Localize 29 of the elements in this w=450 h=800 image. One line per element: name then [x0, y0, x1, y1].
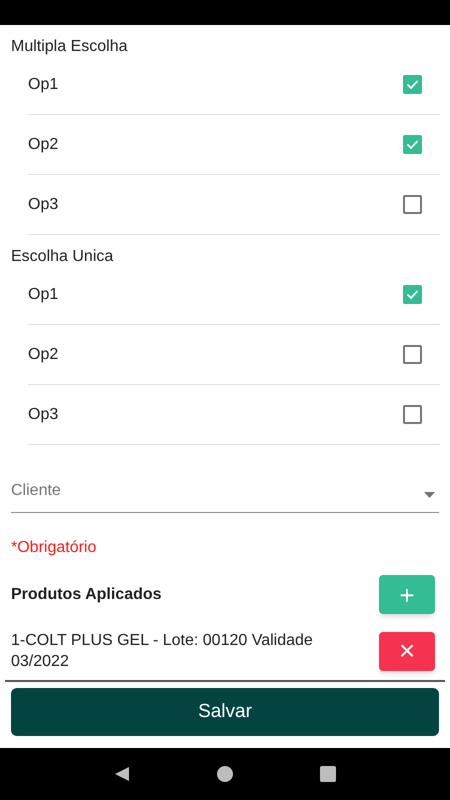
save-button[interactable]: Salvar — [11, 688, 439, 736]
product-entry: 1-COLT PLUS GEL - Lote: 00120 Validade 03/2022 — [11, 631, 314, 672]
client-dropdown[interactable]: Cliente — [11, 469, 439, 513]
checkbox[interactable] — [403, 405, 422, 424]
products-title: Produtos Aplicados — [11, 584, 162, 604]
required-note: *Obrigatório — [10, 538, 98, 558]
option-label: Op3 — [28, 404, 58, 424]
back-icon[interactable] — [114, 766, 130, 782]
dropdown-caret-icon — [424, 492, 435, 498]
checkmark-icon — [406, 138, 419, 151]
option-label: Op1 — [28, 284, 58, 304]
checkmark-icon — [406, 78, 419, 91]
option-label: Op3 — [28, 194, 58, 214]
section-title: Multipla Escolha — [10, 37, 128, 55]
checkmark-icon — [406, 288, 419, 301]
checkbox[interactable] — [403, 345, 422, 364]
checkbox[interactable] — [403, 75, 422, 94]
option-label: Op2 — [28, 344, 58, 364]
client-input[interactable]: Cliente — [11, 478, 424, 502]
checkbox[interactable] — [403, 285, 422, 304]
recents-icon[interactable] — [320, 766, 336, 782]
home-icon[interactable] — [216, 766, 233, 782]
remove-button[interactable]: × — [379, 632, 435, 670]
section-title: Escolha Unica — [10, 247, 114, 265]
option-label: Op1 — [28, 74, 58, 94]
checkbox[interactable] — [403, 195, 422, 214]
add-button[interactable]: + — [379, 575, 435, 614]
checkbox[interactable] — [403, 135, 422, 154]
option-label: Op2 — [28, 134, 58, 154]
